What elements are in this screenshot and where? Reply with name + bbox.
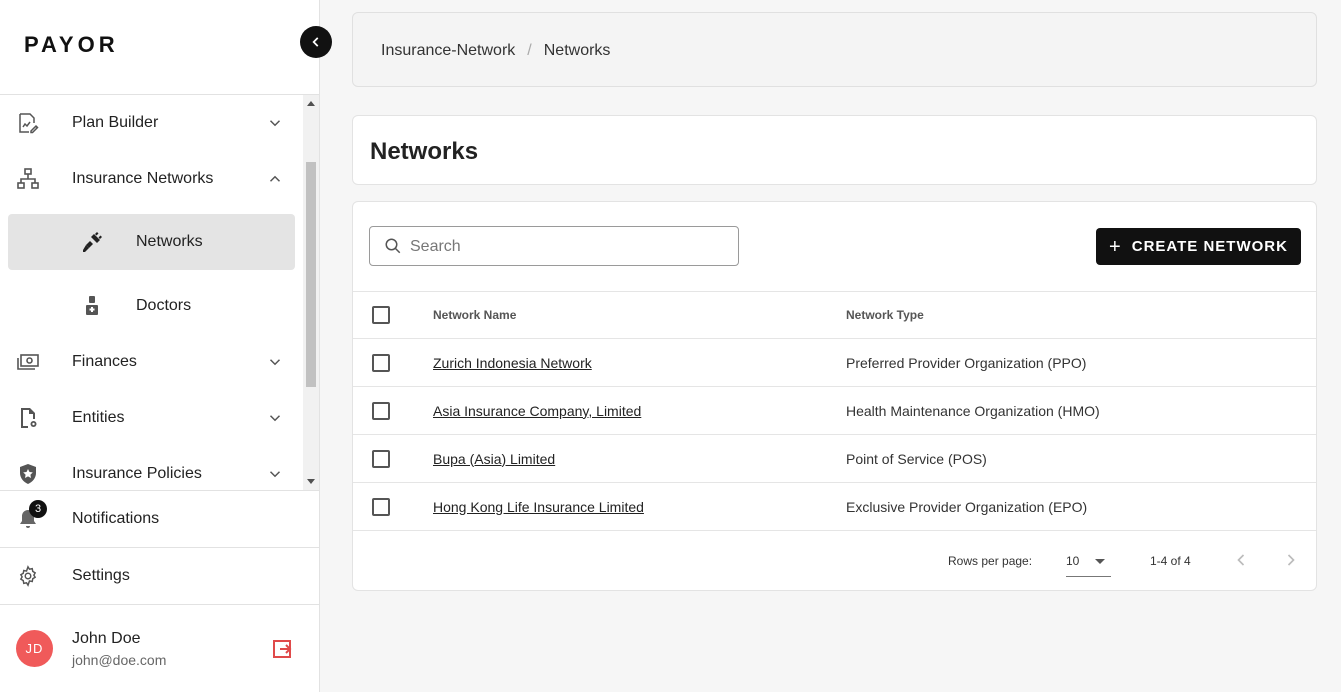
breadcrumb-current: Networks	[543, 42, 611, 59]
sidebar: PAYOR Plan Builder Insurance Networks Ne…	[0, 0, 320, 692]
sidebar-item-settings[interactable]: Settings	[0, 547, 319, 603]
sidebar-scrollbar[interactable]	[303, 95, 319, 490]
logout-icon[interactable]	[270, 637, 294, 661]
sidebar-item-notifications[interactable]: 3 Notifications	[0, 490, 319, 546]
avatar[interactable]: JD	[16, 630, 53, 667]
networks-table-card: + CREATE NETWORK Network Name Network Ty…	[352, 201, 1317, 591]
sidebar-item-label: Entities	[72, 409, 125, 426]
create-network-label: CREATE NETWORK	[1131, 238, 1288, 255]
sidebar-item-insurance-policies[interactable]: Insurance Policies	[0, 446, 303, 490]
sidebar-item-label: Networks	[136, 233, 203, 250]
sidebar-nav: Plan Builder Insurance Networks Networks	[0, 95, 319, 490]
sidebar-item-label: Notifications	[72, 509, 160, 527]
search-icon	[384, 237, 402, 255]
network-type-cell: Point of Service (POS)	[846, 450, 987, 467]
page-header: Networks	[352, 115, 1317, 185]
row-checkbox[interactable]	[372, 449, 390, 468]
sidebar-item-label: Finances	[72, 353, 137, 370]
user-email: john@doe.com	[72, 652, 167, 668]
rows-per-page-label: Rows per page:	[948, 554, 1033, 568]
breadcrumb: Insurance-Network / Networks	[381, 42, 610, 60]
rows-per-page-select[interactable]: 10	[1066, 547, 1111, 577]
column-header-network-name[interactable]: Network Name	[433, 308, 516, 322]
notification-count-badge: 3	[29, 500, 47, 518]
page-title: Networks	[370, 138, 479, 165]
network-icon	[16, 167, 40, 191]
sidebar-item-label: Settings	[72, 566, 130, 584]
breadcrumb-bar: Insurance-Network / Networks	[352, 12, 1317, 87]
search-field[interactable]	[369, 226, 739, 266]
network-name-link[interactable]: Asia Insurance Company, Limited	[433, 403, 641, 419]
chevron-down-icon	[266, 114, 284, 132]
sidebar-item-label: Insurance Policies	[72, 465, 202, 482]
sidebar-item-entities[interactable]: Entities	[0, 390, 303, 446]
row-checkbox[interactable]	[372, 401, 390, 420]
app-logo: PAYOR	[24, 32, 119, 57]
scroll-down-arrow[interactable]	[307, 479, 315, 484]
network-type-cell: Exclusive Provider Organization (EPO)	[846, 498, 1088, 515]
entity-file-icon	[16, 406, 40, 430]
page-range: 1-4 of 4	[1150, 554, 1191, 568]
scroll-thumb[interactable]	[306, 162, 316, 387]
chevron-down-icon	[266, 353, 284, 371]
chevron-right-icon	[1287, 554, 1295, 566]
sidebar-item-label: Insurance Networks	[72, 170, 214, 187]
user-profile: JD John Doe john@doe.com	[0, 604, 319, 692]
gear-icon	[16, 564, 40, 588]
previous-page-button[interactable]	[1231, 550, 1251, 570]
rows-per-page-value: 10	[1066, 554, 1080, 568]
table-row: Hong Kong Life Insurance Limited Exclusi…	[353, 483, 1316, 531]
table-row: Zurich Indonesia Network Preferred Provi…	[353, 339, 1316, 387]
plus-icon: +	[1109, 235, 1122, 258]
network-name-link[interactable]: Hong Kong Life Insurance Limited	[433, 499, 644, 515]
shield-star-icon	[16, 462, 40, 486]
money-icon	[16, 350, 40, 374]
collapse-sidebar-button[interactable]	[300, 26, 332, 58]
chevron-left-icon	[312, 37, 319, 47]
sidebar-item-label: Plan Builder	[72, 114, 159, 131]
sidebar-item-label: Doctors	[136, 297, 192, 314]
sidebar-item-plan-builder[interactable]: Plan Builder	[0, 95, 303, 151]
plug-icon	[80, 230, 104, 254]
sidebar-item-doctors[interactable]: Doctors	[8, 278, 295, 334]
create-network-button[interactable]: + CREATE NETWORK	[1096, 228, 1301, 265]
chevron-down-icon	[266, 409, 284, 427]
network-name-link[interactable]: Bupa (Asia) Limited	[433, 451, 555, 467]
breadcrumb-separator: /	[527, 42, 532, 59]
select-all-checkbox[interactable]	[372, 306, 390, 324]
chevron-up-icon	[266, 170, 284, 188]
sidebar-item-networks[interactable]: Networks	[8, 214, 295, 270]
row-checkbox[interactable]	[372, 353, 390, 372]
table-row: Bupa (Asia) Limited Point of Service (PO…	[353, 435, 1316, 483]
table-header: Network Name Network Type	[353, 291, 1316, 339]
chevron-down-icon	[266, 465, 284, 483]
caret-down-icon	[1095, 559, 1105, 564]
table-row: Asia Insurance Company, Limited Health M…	[353, 387, 1316, 435]
network-type-cell: Health Maintenance Organization (HMO)	[846, 402, 1100, 419]
network-name-link[interactable]: Zurich Indonesia Network	[433, 355, 592, 371]
doctor-icon	[80, 294, 104, 318]
chevron-left-icon	[1237, 554, 1245, 566]
sidebar-item-insurance-networks[interactable]: Insurance Networks	[0, 151, 303, 207]
sidebar-item-finances[interactable]: Finances	[0, 334, 303, 390]
network-type-cell: Preferred Provider Organization (PPO)	[846, 354, 1087, 371]
column-header-network-type[interactable]: Network Type	[846, 308, 924, 322]
row-checkbox[interactable]	[372, 497, 390, 516]
user-name: John Doe	[72, 630, 141, 647]
next-page-button[interactable]	[1281, 550, 1301, 570]
search-input[interactable]	[410, 235, 730, 259]
breadcrumb-item[interactable]: Insurance-Network	[381, 42, 515, 60]
plan-builder-icon	[16, 111, 40, 135]
scroll-up-arrow[interactable]	[307, 101, 315, 106]
pagination: Rows per page: 10 1-4 of 4	[353, 532, 1316, 590]
